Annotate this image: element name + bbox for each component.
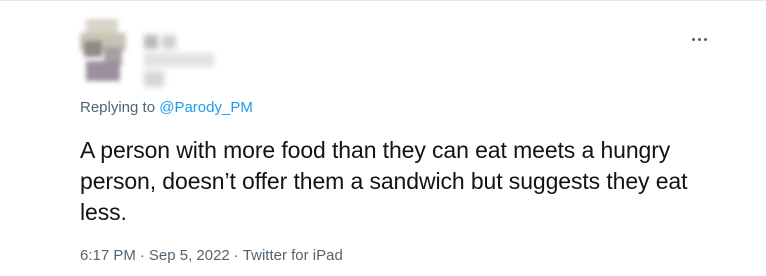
tweet-source[interactable]: Twitter for iPad: [243, 247, 343, 264]
blurred-username[interactable]: [144, 35, 214, 91]
more-horizontal-icon: [691, 37, 695, 41]
more-options-button[interactable]: [686, 29, 712, 49]
replying-prefix: Replying to: [80, 99, 160, 116]
avatar[interactable]: [80, 17, 126, 83]
more-horizontal-icon-dot: [697, 37, 701, 41]
meta-separator: ·: [139, 247, 145, 264]
tweet-header: [80, 17, 680, 87]
tweet-card: Replying to @Parody_PM A person with mor…: [0, 0, 766, 276]
tweet-text: A person with more food than they can ea…: [80, 137, 688, 225]
replying-handle-link[interactable]: @Parody_PM: [159, 99, 253, 116]
tweet-meta: 6:17 PM · Sep 5, 2022 · Twitter for iPad: [80, 247, 343, 264]
tweet-time[interactable]: 6:17 PM: [80, 247, 136, 264]
more-horizontal-icon-dot: [703, 37, 707, 41]
tweet-date[interactable]: Sep 5, 2022: [149, 247, 230, 264]
replying-to: Replying to @Parody_PM: [80, 99, 253, 116]
meta-separator: ·: [233, 247, 239, 264]
